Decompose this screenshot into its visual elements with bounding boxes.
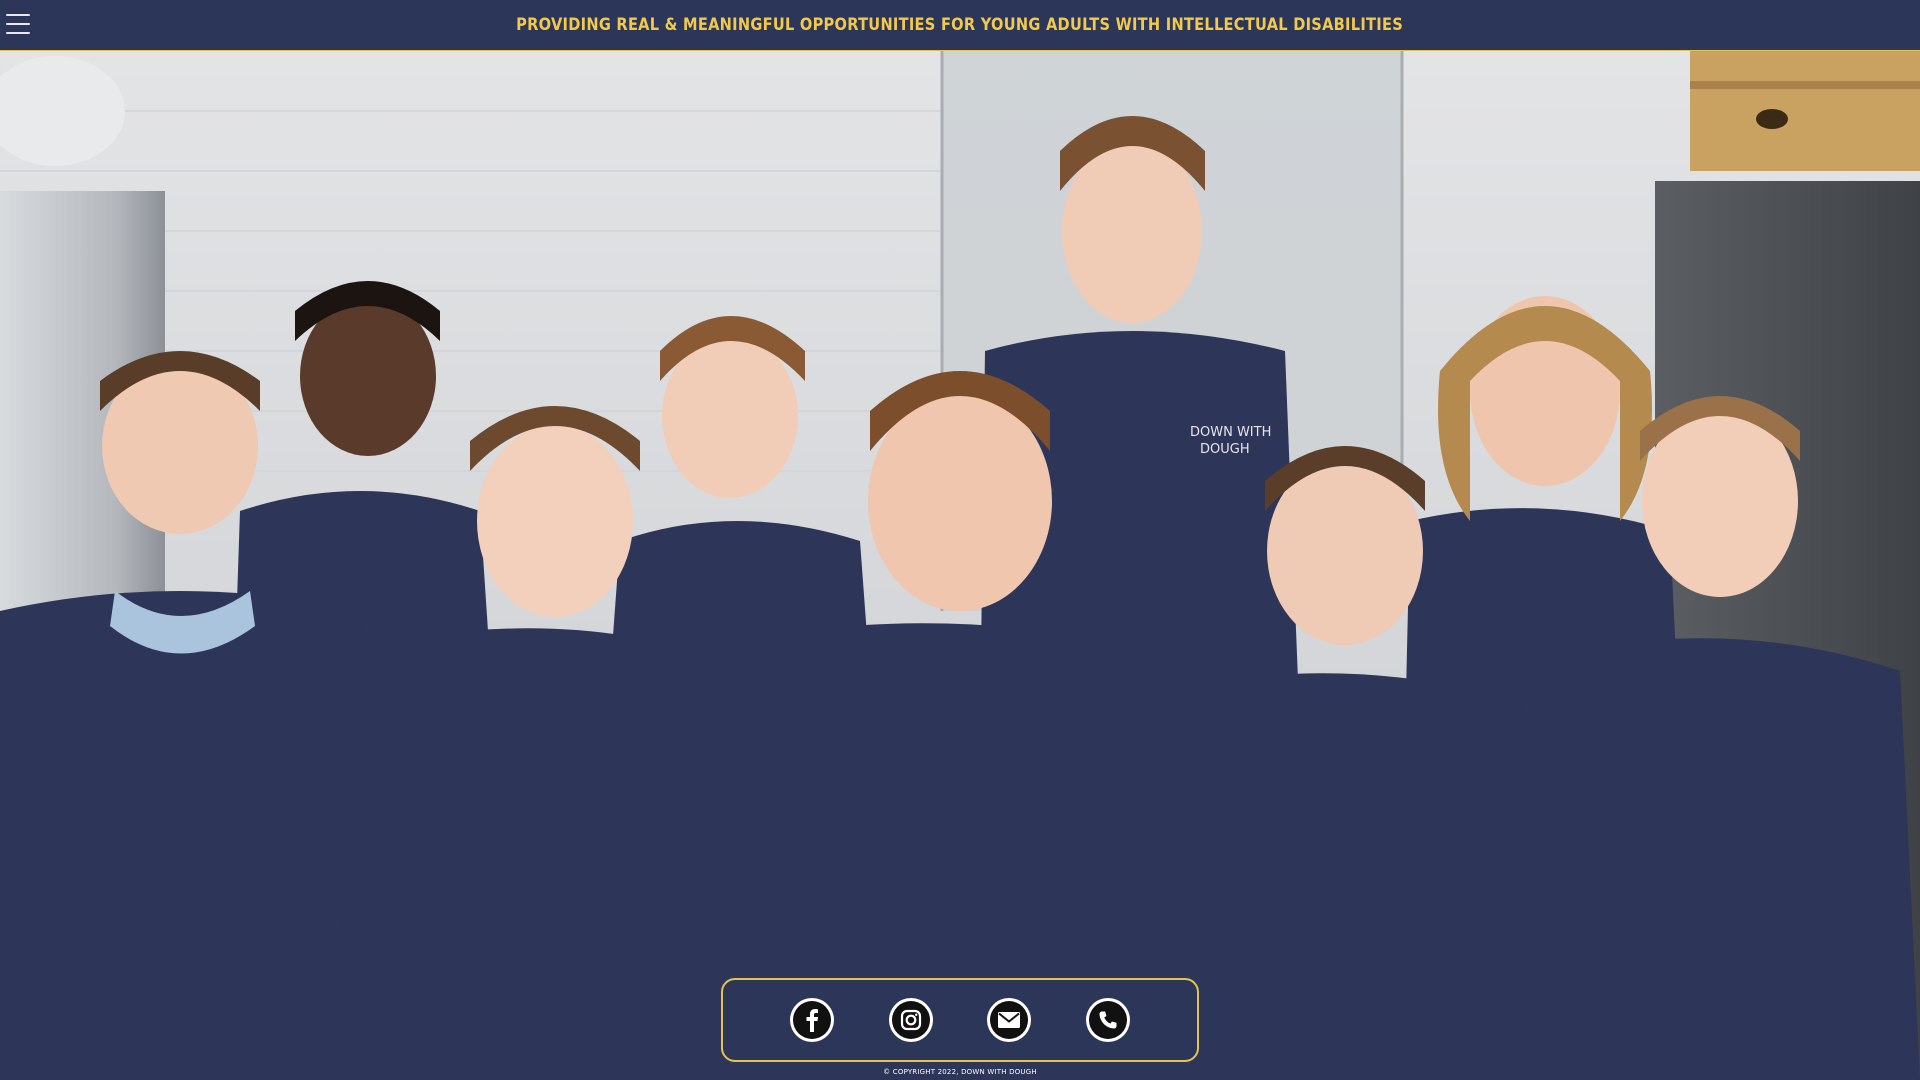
shirt-print-line1: DOWN WITH: [1190, 425, 1271, 440]
instagram-icon: [891, 1001, 930, 1039]
facebook-icon: [793, 1001, 832, 1039]
hero-team-photo: DOWN WITH DOUGH: [0, 51, 1920, 1080]
social-links-bar: [721, 978, 1199, 1062]
phone-link[interactable]: [1085, 998, 1130, 1042]
facebook-link[interactable]: [790, 998, 835, 1042]
instagram-link[interactable]: [888, 998, 933, 1042]
phone-icon: [1088, 1001, 1127, 1039]
hamburger-menu-icon[interactable]: [6, 14, 30, 34]
top-banner: PROVIDING REAL & MEANINGFUL OPPORTUNITIE…: [0, 0, 1920, 51]
copyright-text: © COPYRIGHT 2022, DOWN WITH DOUGH: [883, 1068, 1037, 1076]
email-link[interactable]: [987, 998, 1032, 1042]
page: PROVIDING REAL & MEANINGFUL OPPORTUNITIE…: [0, 0, 1920, 1080]
shirt-print-line2: DOUGH: [1200, 442, 1250, 457]
email-icon: [990, 1001, 1029, 1039]
site-tagline: PROVIDING REAL & MEANINGFUL OPPORTUNITIE…: [516, 15, 1404, 35]
